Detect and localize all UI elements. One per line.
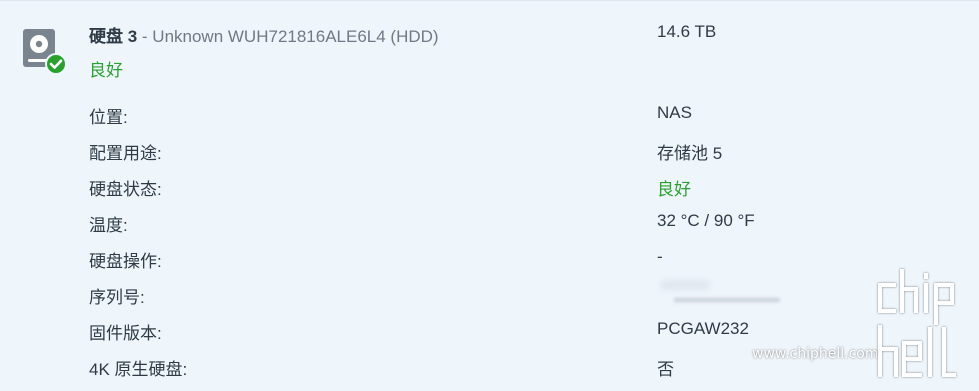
allocation-label: 配置用途:: [89, 144, 162, 163]
disk-capacity: 14.6 TB: [657, 22, 717, 41]
disk-name: 硬盘 3: [89, 27, 138, 46]
location-value: NAS: [657, 103, 692, 122]
4k-native-value: 否: [657, 360, 674, 379]
temperature-value: 32 °C / 90 °F: [657, 211, 755, 230]
temperature-label: 温度:: [89, 216, 128, 235]
drive-status-value: 良好: [657, 180, 691, 199]
drive-operation-value: -: [657, 247, 663, 266]
firmware-label: 固件版本:: [89, 324, 162, 343]
disk-model: - Unknown WUH721816ALE6L4 (HDD): [137, 27, 439, 46]
disk-health-status: 良好: [89, 61, 123, 80]
serial-number-redacted: [660, 280, 782, 306]
4k-native-label: 4K 原生硬盘:: [89, 360, 188, 379]
allocation-value: 存储池 5: [657, 144, 723, 163]
drive-operation-label: 硬盘操作:: [89, 252, 162, 271]
chiphell-logo: [878, 269, 956, 377]
location-label: 位置:: [89, 108, 128, 127]
watermark-url: www.chiphell.com: [752, 346, 879, 362]
serial-number-label: 序列号:: [89, 288, 145, 307]
firmware-value: PCGAW232: [657, 319, 749, 338]
disk-title: 硬盘 3 - Unknown WUH721816ALE6L4 (HDD): [89, 22, 439, 47]
drive-status-label: 硬盘状态:: [89, 180, 162, 199]
disk-info-panel: 硬盘 3 - Unknown WUH721816ALE6L4 (HDD) 14.…: [0, 0, 979, 391]
hdd-ok-icon: [23, 29, 67, 75]
